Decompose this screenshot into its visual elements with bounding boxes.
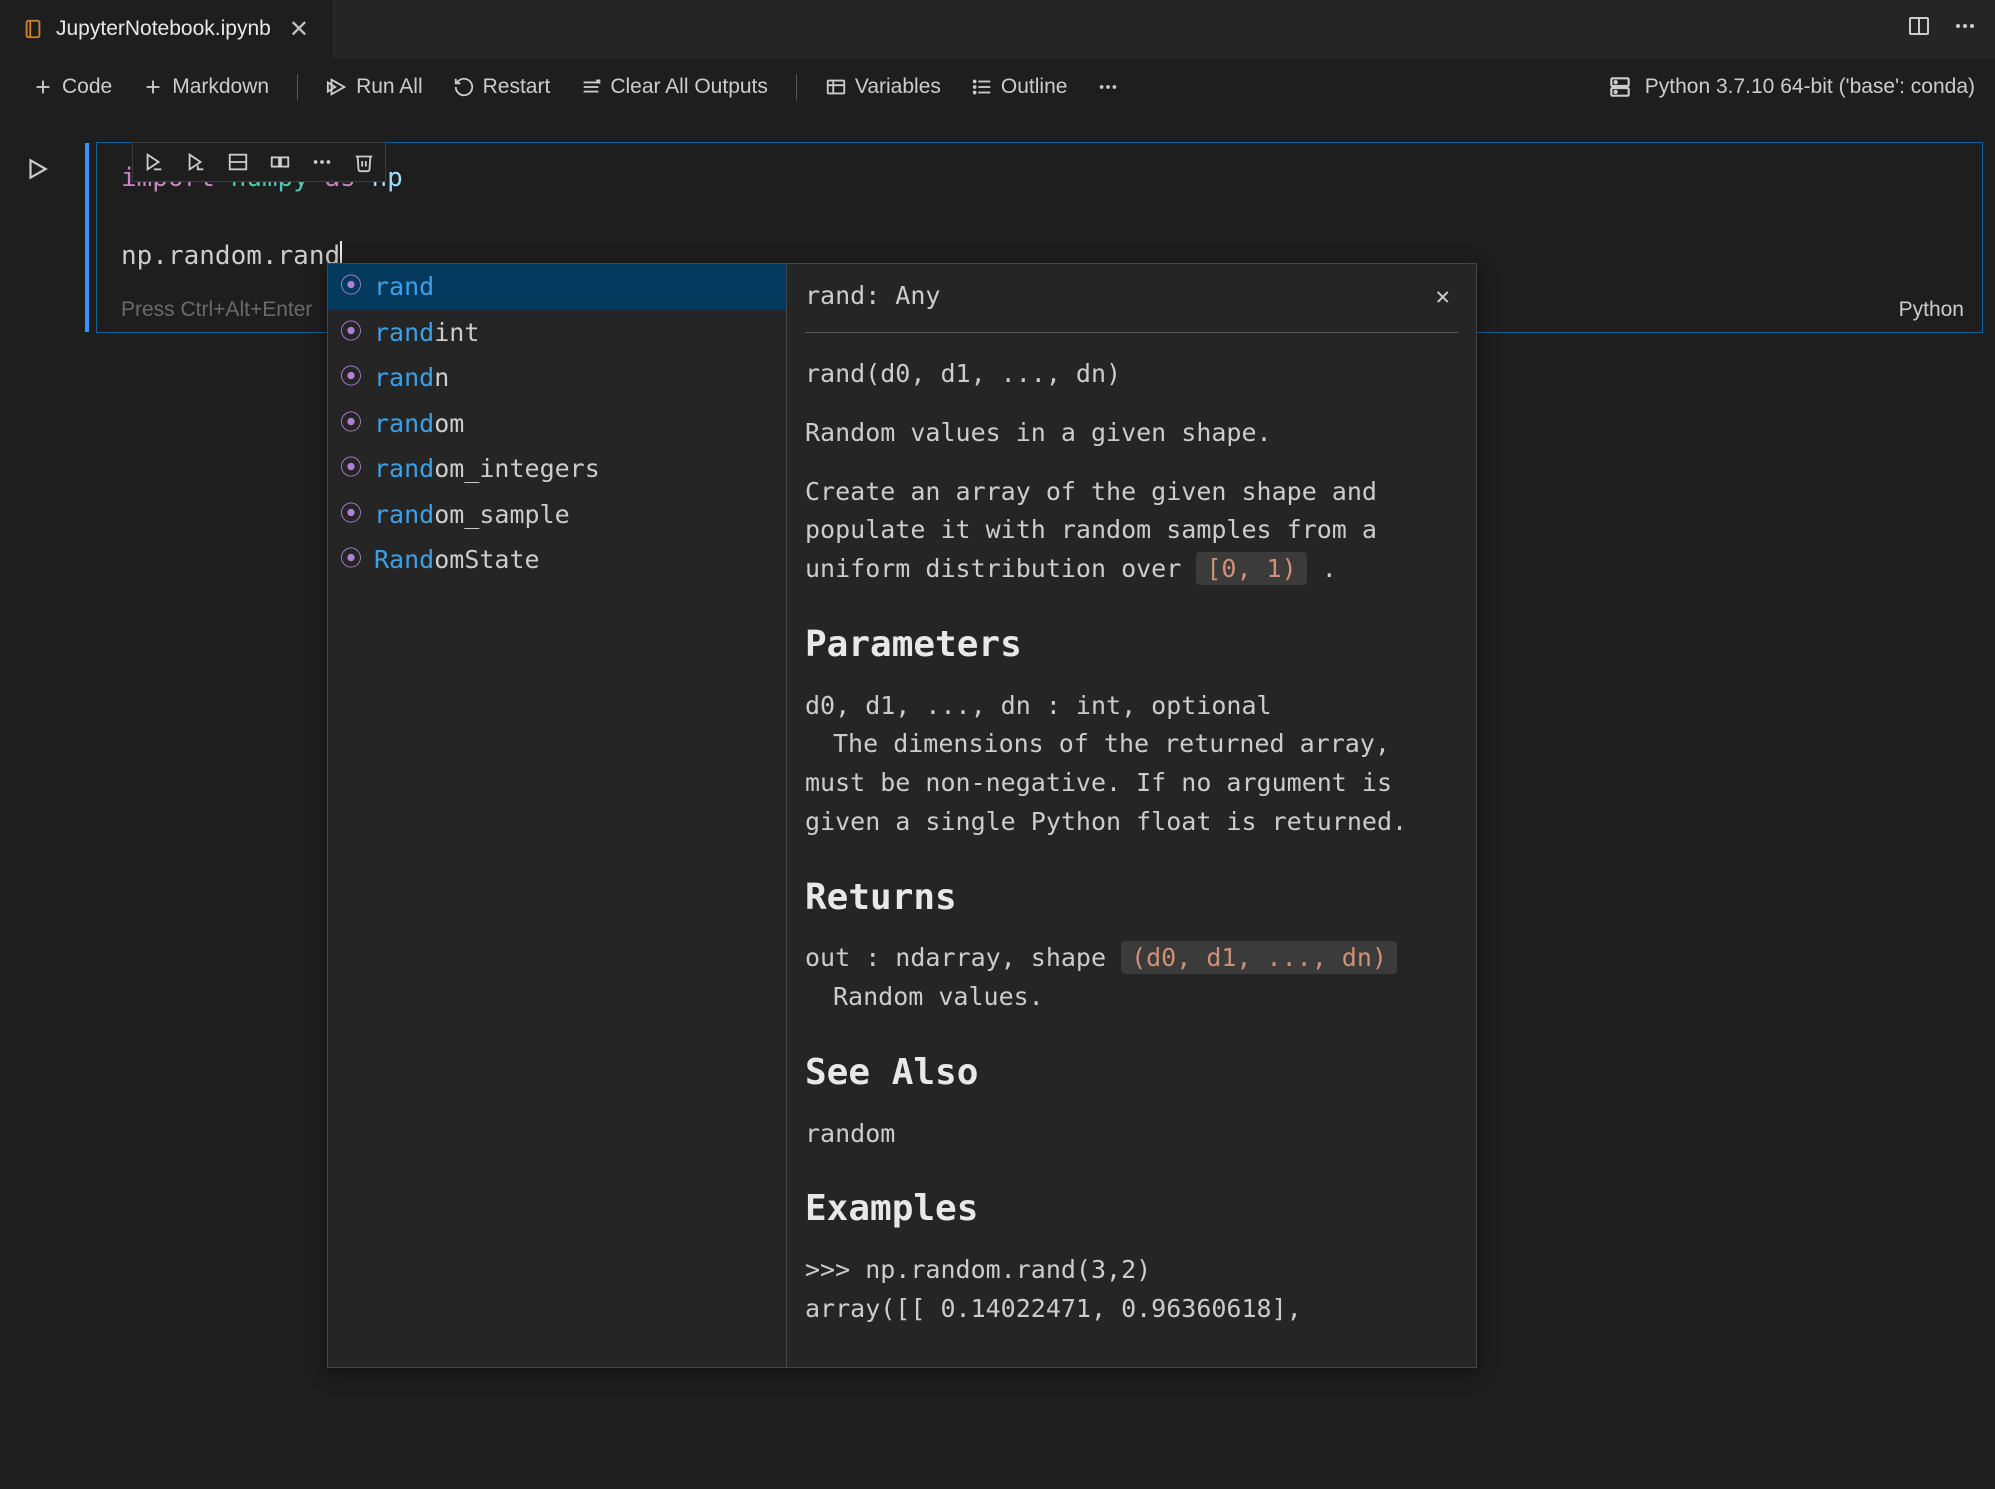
close-detail-button[interactable]: ✕	[1428, 274, 1458, 318]
detail-header: rand: Any ✕	[805, 274, 1458, 333]
cell-hint: Press Ctrl+Alt+Enter	[121, 298, 312, 322]
separator	[796, 74, 797, 100]
run-by-line-button[interactable]	[133, 143, 175, 181]
tab-jupyter-notebook[interactable]: JupyterNotebook.ipynb ✕	[0, 0, 334, 58]
change-cell-button[interactable]	[259, 143, 301, 181]
run-all-label: Run All	[356, 75, 423, 99]
restart-label: Restart	[483, 75, 551, 99]
kernel-selector[interactable]: Python 3.7.10 64-bit ('base': conda)	[1607, 74, 1975, 100]
toolbar-more-button[interactable]	[1085, 72, 1131, 102]
tab-title: JupyterNotebook.ipynb	[56, 17, 271, 41]
execute-above-button[interactable]	[175, 143, 217, 181]
outline-button[interactable]: Outline	[959, 71, 1080, 103]
editor-actions	[1907, 0, 1995, 58]
intellisense-widget: ⦿rand ⦿randint ⦿randn ⦿random ⦿random_in…	[327, 263, 1477, 1368]
add-code-label: Code	[62, 75, 112, 99]
doc-h-parameters: Parameters	[805, 617, 1458, 673]
method-icon: ⦿	[338, 498, 364, 531]
server-icon	[1607, 74, 1633, 100]
detail-signature: rand: Any	[805, 277, 940, 315]
method-icon: ⦿	[338, 361, 364, 394]
method-icon: ⦿	[338, 452, 364, 485]
suggest-item[interactable]: ⦿random_integers	[328, 446, 786, 492]
notebook-toolbar: Code Markdown Run All Restart Clear All …	[0, 58, 1995, 116]
kernel-name: Python 3.7.10 64-bit ('base': conda)	[1645, 75, 1975, 99]
variables-label: Variables	[855, 75, 941, 99]
code-line: import numpy as np	[121, 159, 1958, 198]
suggest-item[interactable]: ⦿randn	[328, 355, 786, 401]
variables-button[interactable]: Variables	[813, 71, 953, 103]
class-icon: ⦿	[338, 543, 364, 576]
doc-h-see-also: See Also	[805, 1045, 1458, 1101]
add-code-button[interactable]: Code	[20, 71, 124, 103]
split-editor-icon[interactable]	[1907, 14, 1931, 44]
method-icon: ⦿	[338, 407, 364, 440]
clear-outputs-label: Clear All Outputs	[610, 75, 768, 99]
doc-sig: rand(d0, d1, ..., dn)	[805, 355, 1458, 394]
add-markdown-button[interactable]: Markdown	[130, 71, 281, 103]
suggest-item[interactable]: ⦿random_sample	[328, 492, 786, 538]
suggest-list[interactable]: ⦿rand ⦿randint ⦿randn ⦿random ⦿random_in…	[327, 263, 787, 1368]
doc-params: d0, d1, ..., dn : int, optional The dime…	[805, 687, 1458, 842]
restart-button[interactable]: Restart	[441, 71, 563, 103]
method-icon: ⦿	[338, 270, 364, 303]
cell-toolbar	[132, 142, 386, 182]
separator	[297, 74, 298, 100]
code-line	[121, 198, 1958, 237]
delete-cell-button[interactable]	[343, 143, 385, 181]
run-cell-button[interactable]	[24, 156, 50, 188]
split-cell-button[interactable]	[217, 143, 259, 181]
cell-language[interactable]: Python	[1899, 298, 1964, 322]
cell-more-button[interactable]	[301, 143, 343, 181]
suggest-item[interactable]: ⦿random	[328, 401, 786, 447]
doc-description: Create an array of the given shape and p…	[805, 473, 1458, 589]
more-actions-icon[interactable]	[1953, 14, 1977, 44]
suggest-item[interactable]: ⦿randint	[328, 310, 786, 356]
doc-see-also: random	[805, 1115, 1458, 1154]
suggest-detail: rand: Any ✕ rand(d0, d1, ..., dn) Random…	[787, 263, 1477, 1368]
tab-close-button[interactable]: ✕	[283, 15, 315, 44]
doc-h-returns: Returns	[805, 870, 1458, 926]
suggest-item[interactable]: ⦿RandomState	[328, 537, 786, 583]
doc-example: >>> np.random.rand(3,2) array([[ 0.14022…	[805, 1251, 1458, 1329]
suggest-item[interactable]: ⦿rand	[328, 264, 786, 310]
add-markdown-label: Markdown	[172, 75, 269, 99]
notebook-icon	[22, 18, 44, 40]
cell-focus-indicator	[85, 143, 89, 332]
clear-outputs-button[interactable]: Clear All Outputs	[568, 71, 780, 103]
doc-body: rand(d0, d1, ..., dn) Random values in a…	[805, 355, 1458, 1329]
notebook-area: import numpy as np np.random.rand ⦿rand …	[0, 142, 1995, 333]
tab-bar: JupyterNotebook.ipynb ✕	[0, 0, 1995, 58]
doc-h-examples: Examples	[805, 1181, 1458, 1237]
outline-label: Outline	[1001, 75, 1068, 99]
method-icon: ⦿	[338, 316, 364, 349]
doc-returns: out : ndarray, shape (d0, d1, ..., dn) R…	[805, 939, 1458, 1017]
doc-summary: Random values in a given shape.	[805, 414, 1458, 453]
run-all-button[interactable]: Run All	[314, 71, 435, 103]
